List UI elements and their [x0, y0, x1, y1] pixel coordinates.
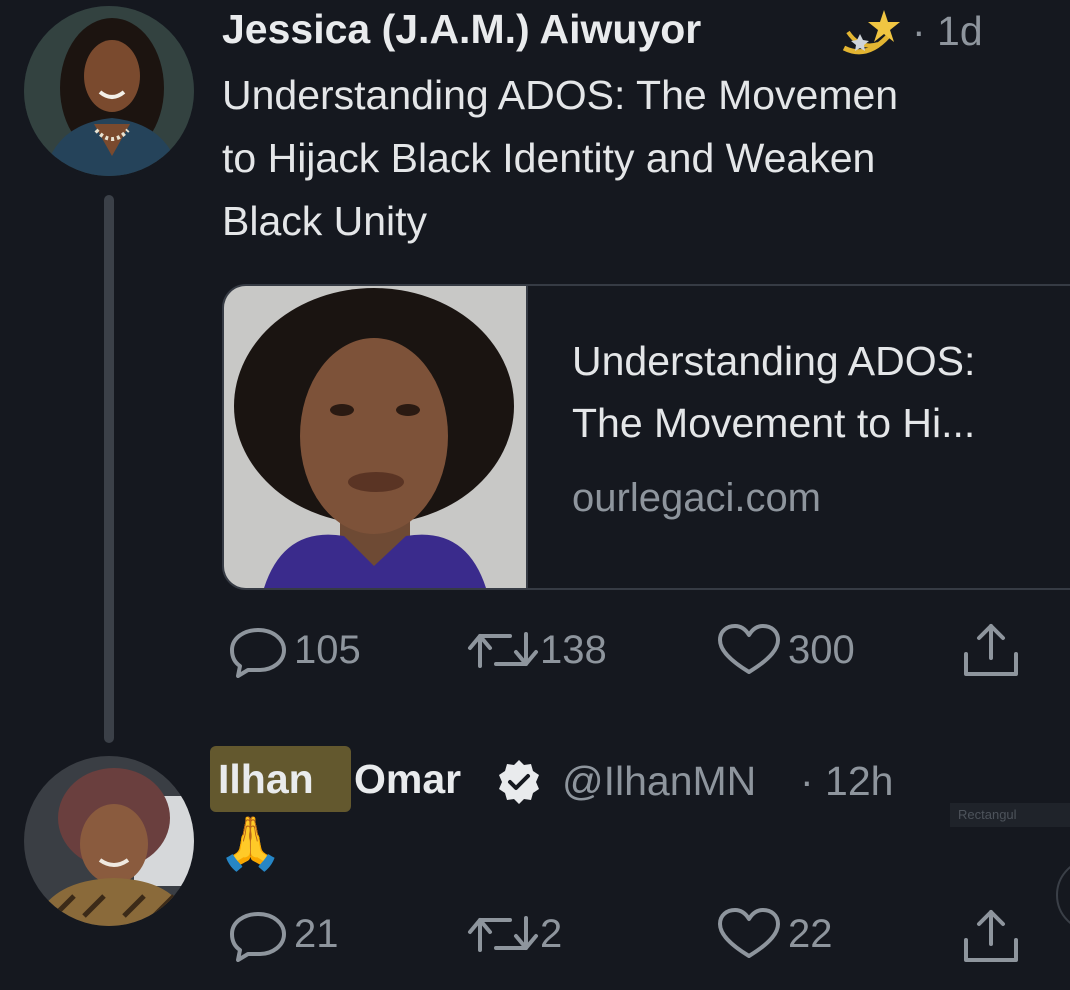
reply-icon — [230, 912, 286, 962]
timeline: Jessica (J.A.M.) Aiwuyor · 1d Understand… — [0, 0, 1070, 990]
tweet1-text-line: to Hijack Black Identity and Weaken — [222, 135, 876, 181]
tweet2-text: 🙏 — [218, 815, 283, 873]
tweet2-time[interactable]: · 12h — [800, 758, 893, 805]
compose-fab-edge[interactable] — [1056, 858, 1070, 932]
ilhan-avatar[interactable] — [24, 756, 194, 926]
shooting-star-icon — [838, 4, 900, 65]
like-count: 300 — [788, 627, 855, 672]
like-button[interactable]: 22 — [716, 906, 833, 962]
jessica-display-name[interactable]: Jessica (J.A.M.) Aiwuyor — [222, 6, 701, 53]
retweet-count: 138 — [540, 627, 607, 672]
thread-connector — [104, 195, 114, 743]
retweet-count: 2 — [540, 911, 563, 956]
ilhan-handle[interactable]: @IlhanMN — [562, 758, 756, 805]
tweet1-time[interactable]: · 1d — [912, 8, 983, 55]
retweet-button[interactable]: 2 — [466, 906, 562, 962]
tweet1-text-line: Black Unity — [222, 198, 428, 244]
like-button[interactable]: 300 — [716, 622, 855, 678]
retweet-icon — [468, 632, 538, 668]
overlay-badge: Rectangul — [950, 803, 1070, 827]
share-icon — [964, 910, 1018, 962]
heart-icon — [718, 624, 780, 674]
reply-button[interactable]: 105 — [228, 622, 361, 678]
ilhan-last-name[interactable]: Omar — [354, 756, 461, 803]
heart-icon — [718, 908, 780, 958]
reply-count: 21 — [294, 911, 339, 956]
tweet1-text-line: Understanding ADOS: The Movemen — [222, 72, 899, 118]
retweet-icon — [468, 916, 538, 952]
ilhan-first-name[interactable]: Ilhan — [218, 756, 314, 803]
reply-icon — [230, 628, 286, 678]
link-preview-domain: ourlegaci.com — [572, 476, 822, 520]
link-preview-title-line: The Movement to Hi... — [572, 400, 976, 446]
share-button[interactable] — [958, 620, 1024, 680]
link-preview-image — [224, 286, 528, 588]
verified-badge-icon — [495, 758, 543, 811]
share-icon — [964, 624, 1018, 676]
link-preview-title-line: Understanding ADOS: — [572, 338, 976, 384]
like-count: 22 — [788, 911, 833, 956]
link-preview-card[interactable]: Understanding ADOS: The Movement to Hi..… — [222, 284, 1070, 590]
share-button[interactable] — [958, 906, 1024, 966]
reply-count: 105 — [294, 627, 361, 672]
retweet-button[interactable]: 138 — [466, 622, 607, 678]
jessica-avatar[interactable] — [24, 6, 194, 176]
reply-button[interactable]: 21 — [228, 906, 339, 962]
tweet1-text: Understanding ADOS: The Movemen to Hijac… — [222, 64, 898, 253]
